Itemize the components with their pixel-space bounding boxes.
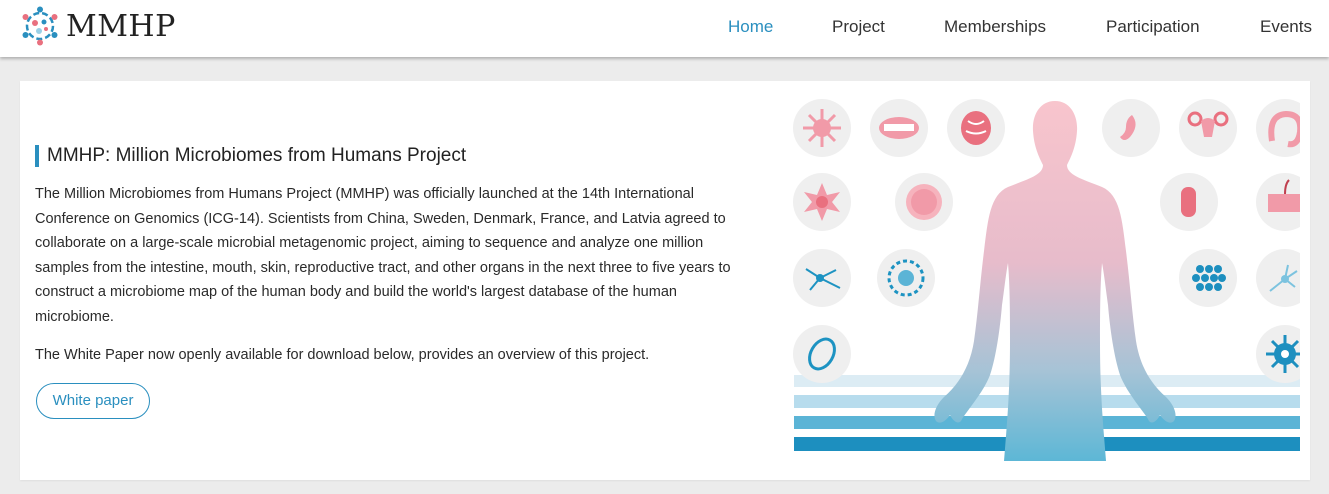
microbe-icon: [793, 99, 851, 157]
nav-events[interactable]: Events: [1260, 17, 1312, 37]
hero-description: The Million Microbiomes from Humans Proj…: [35, 186, 731, 325]
mouth-icon: [870, 99, 928, 157]
bacterium-icon: [1160, 173, 1218, 231]
intestine-icon: [1256, 99, 1300, 157]
title-accent-bar: [35, 145, 39, 167]
nav-project[interactable]: Project: [832, 17, 885, 37]
top-navigation-bar: MMHP Home Project Memberships Participat…: [0, 0, 1329, 57]
nav-home[interactable]: Home: [728, 17, 773, 37]
nav-participation[interactable]: Participation: [1106, 17, 1200, 37]
white-paper-button[interactable]: White paper: [36, 383, 150, 419]
neuron-icon: [1256, 249, 1300, 307]
bacterium-oval-icon: [793, 325, 851, 383]
uterus-icon: [1179, 99, 1237, 157]
hero-title: MMHP: Million Microbiomes from Humans Pr…: [47, 145, 467, 166]
gut-flora-icon: [877, 249, 935, 307]
mmhp-logo-icon[interactable]: [20, 6, 60, 46]
stomach-icon: [1102, 99, 1160, 157]
virus-icon: [1256, 325, 1300, 383]
hero-card: MMHP: Million Microbiomes from Humans Pr…: [20, 81, 1310, 480]
neuron-icon: [793, 249, 851, 307]
nav-memberships[interactable]: Memberships: [944, 17, 1046, 37]
brain-icon: [947, 99, 1005, 157]
brand-name[interactable]: MMHP: [66, 10, 176, 44]
cell-icon: [793, 173, 851, 231]
hero-white-paper-note: The White Paper now openly available for…: [35, 347, 650, 363]
egg-cell-icon: [895, 173, 953, 231]
cell-cluster-icon: [1179, 249, 1237, 307]
skin-icon: [1256, 173, 1300, 231]
human-microbiome-illustration: [793, 99, 1300, 461]
